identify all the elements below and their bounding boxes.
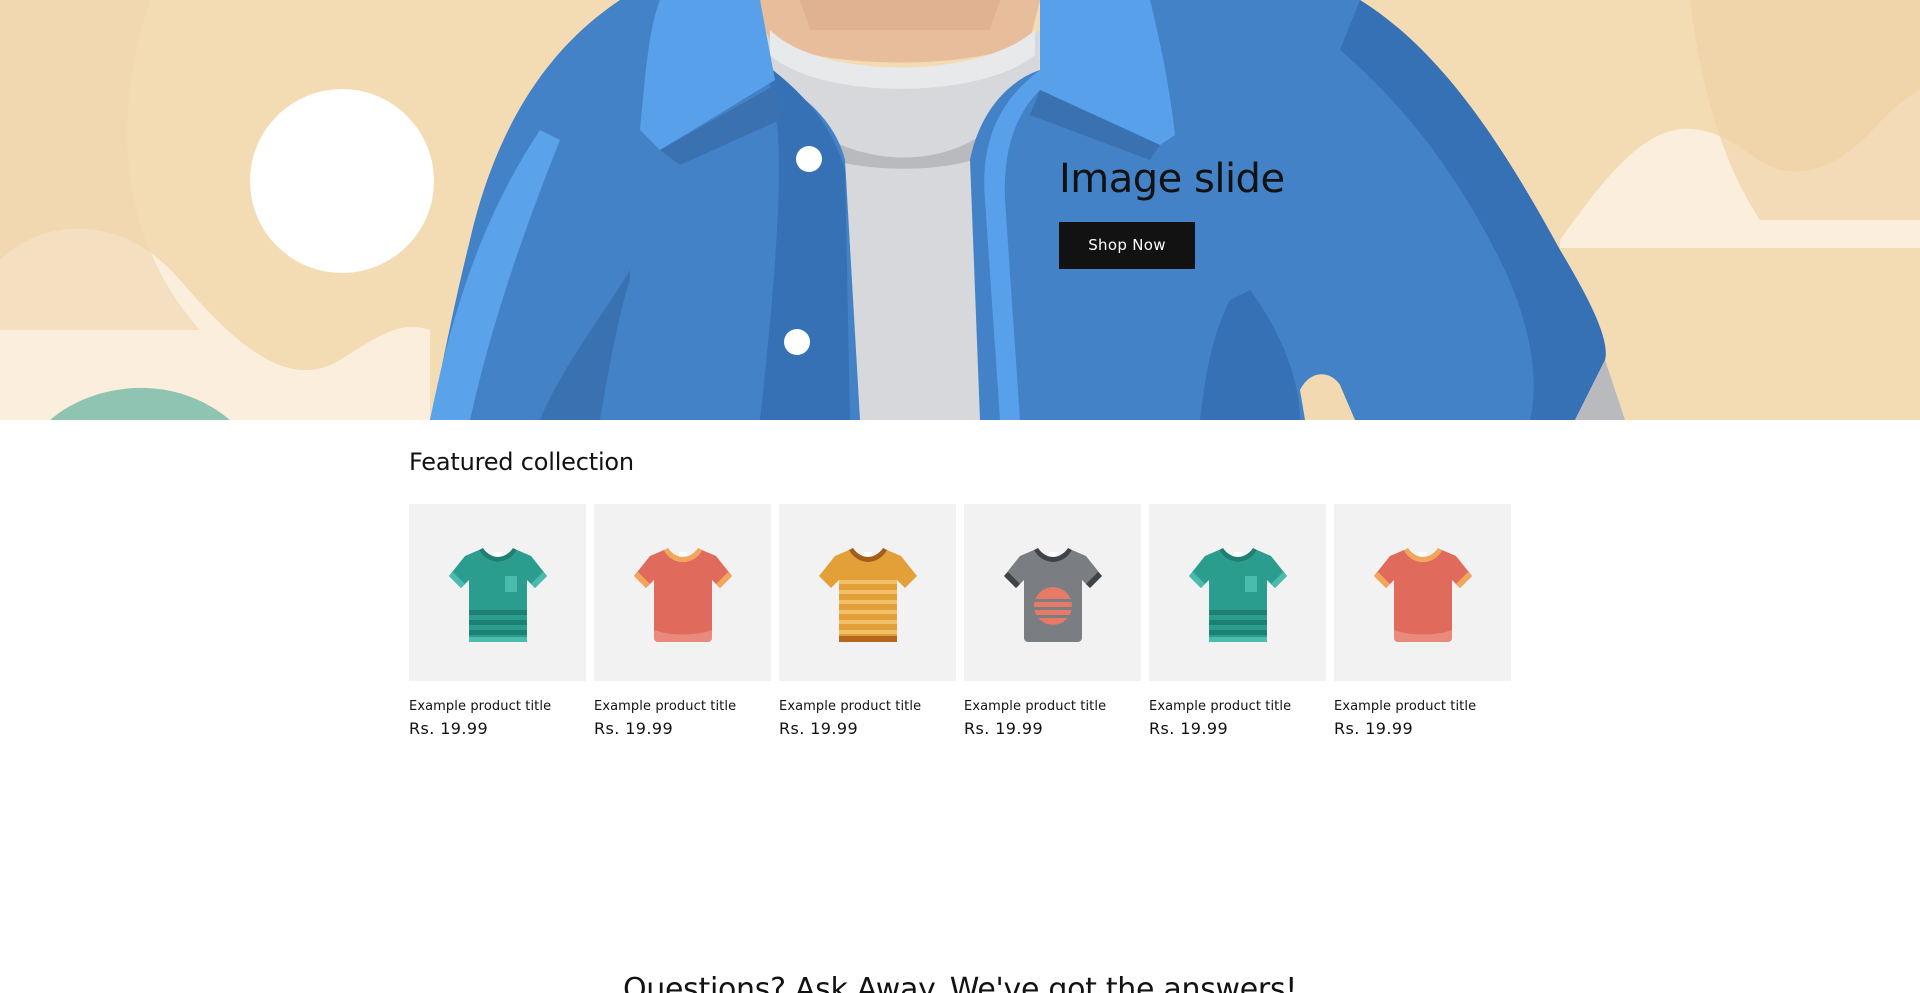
product-image[interactable] [1334, 504, 1511, 681]
product-price: Rs. 19.99 [594, 719, 674, 738]
product-grid: Example product title Rs. 19.99 Example … [409, 504, 1511, 738]
jacket-button-shape [796, 146, 822, 172]
product-price: Rs. 19.99 [779, 719, 859, 738]
product-image[interactable] [964, 504, 1141, 681]
product-title[interactable]: Example product title [964, 699, 1141, 714]
sun-shape [250, 89, 434, 273]
product-image[interactable] [594, 504, 771, 681]
product-title[interactable]: Example product title [1334, 699, 1511, 714]
product-card[interactable]: Example product title Rs. 19.99 [779, 504, 956, 738]
product-price: Rs. 19.99 [409, 719, 489, 738]
hero-content: Image slide Shop Now [1059, 152, 1285, 269]
product-card[interactable]: Example product title Rs. 19.99 [409, 504, 586, 738]
product-image[interactable] [1149, 504, 1326, 681]
shop-now-button[interactable]: Shop Now [1059, 222, 1195, 269]
product-title[interactable]: Example product title [594, 699, 771, 714]
product-title[interactable]: Example product title [1149, 699, 1326, 714]
product-title[interactable]: Example product title [409, 699, 586, 714]
product-price: Rs. 19.99 [964, 719, 1044, 738]
coral-tshirt-icon [1373, 547, 1472, 642]
faq-heading: Questions? Ask Away. We've got the answe… [622, 972, 1298, 993]
hero-slideshow: Image slide Shop Now [0, 0, 1920, 420]
product-card[interactable]: Example product title Rs. 19.99 [964, 504, 1141, 738]
product-image[interactable] [409, 504, 586, 681]
featured-collection-heading: Featured collection [409, 448, 634, 476]
product-price: Rs. 19.99 [1334, 719, 1414, 738]
product-card[interactable]: Example product title Rs. 19.99 [1334, 504, 1511, 738]
hero-illustration [0, 0, 1920, 420]
product-card[interactable]: Example product title Rs. 19.99 [1149, 504, 1326, 738]
teal-striped-tshirt-icon [1188, 547, 1287, 642]
product-title[interactable]: Example product title [779, 699, 956, 714]
product-price: Rs. 19.99 [1149, 719, 1229, 738]
coral-tshirt-icon [633, 547, 732, 642]
product-card[interactable]: Example product title Rs. 19.99 [594, 504, 771, 738]
yellow-striped-tshirt-icon [818, 547, 917, 642]
grey-sunset-tshirt-icon [1003, 547, 1102, 642]
jacket-button-shape [784, 329, 810, 355]
product-image[interactable] [779, 504, 956, 681]
teal-striped-tshirt-icon [448, 547, 547, 642]
hero-title: Image slide [1059, 156, 1285, 202]
